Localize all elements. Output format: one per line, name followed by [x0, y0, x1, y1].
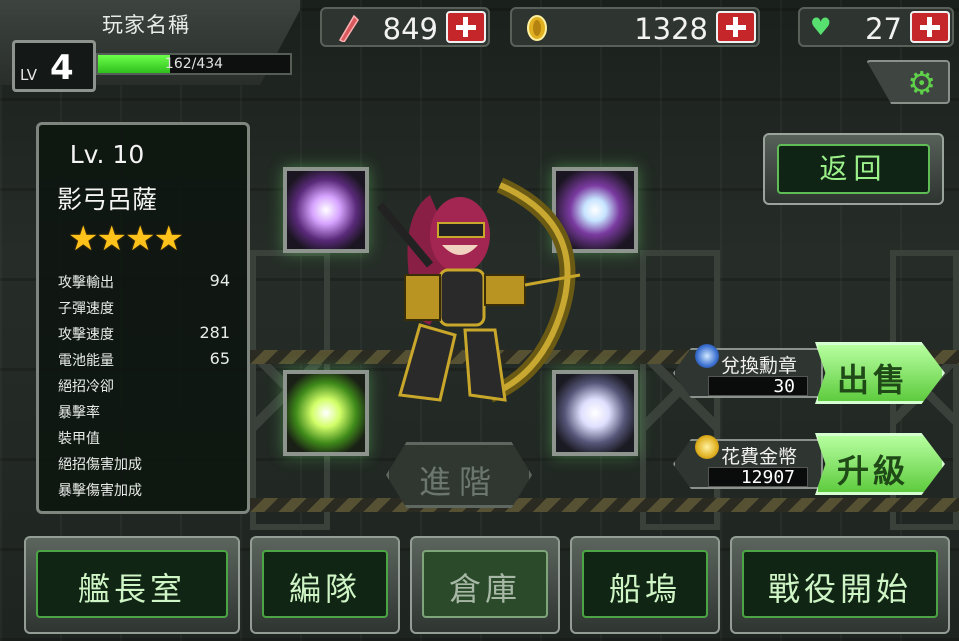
- upgrade-label: 花費金幣: [721, 446, 798, 468]
- buy-crystals-button[interactable]: [446, 11, 486, 43]
- upgrade-coin-cost: 12907: [708, 467, 808, 487]
- medal-icon: [695, 344, 719, 368]
- stat-value: 65: [209, 349, 230, 368]
- stat-row: 攻擊速度 281: [58, 323, 230, 344]
- promote-button[interactable]: 進階: [386, 442, 532, 508]
- unit-star-rating: ★★★★: [68, 219, 184, 259]
- stat-value: 94: [209, 271, 230, 290]
- upgrade-panel: 花費金幣 12907 升級: [673, 433, 945, 495]
- stat-label: 攻擊輸出: [58, 275, 114, 291]
- nav-captain-room-label: 艦長室: [77, 570, 186, 608]
- purple-cube-icon: [287, 171, 365, 249]
- nav-dock[interactable]: 船塢: [570, 536, 720, 634]
- heart-counter: ♥ 27: [798, 7, 954, 47]
- return-button[interactable]: 返回: [763, 133, 944, 205]
- gold-coin-icon: [527, 15, 547, 41]
- red-crystal-icon: [338, 14, 359, 42]
- buy-coins-button[interactable]: [716, 11, 756, 43]
- sell-panel: 兌換勳章 30 出售: [673, 342, 945, 404]
- stat-row: 暴擊率: [58, 402, 230, 422]
- unit-name: 影弓呂薩: [56, 185, 157, 214]
- nav-formation-label: 編隊: [288, 570, 361, 608]
- stat-row: 電池能量 65: [58, 349, 230, 370]
- heart-amount: 27: [865, 12, 902, 46]
- stat-row: 攻擊輸出 94: [58, 271, 230, 292]
- sell-medal-amount: 30: [708, 376, 808, 396]
- nav-warehouse-label: 倉庫: [448, 570, 521, 608]
- sell-button[interactable]: 出售: [815, 342, 945, 404]
- green-heart-icon: ♥: [810, 13, 832, 41]
- equipment-slot-battery[interactable]: [283, 370, 369, 456]
- nav-formation[interactable]: 編隊: [250, 536, 400, 634]
- return-button-label: 返回: [819, 152, 888, 185]
- stat-row: 絕招冷卻: [58, 376, 230, 396]
- xp-text: 162/434: [164, 56, 224, 72]
- upgrade-button[interactable]: 升級: [815, 433, 945, 495]
- promote-button-label: 進階: [418, 463, 499, 501]
- nav-campaign-start-label: 戰役開始: [767, 570, 912, 608]
- stat-label: 攻擊速度: [58, 327, 114, 343]
- stat-label: 子彈速度: [58, 301, 114, 317]
- nav-campaign-start[interactable]: 戰役開始: [730, 536, 950, 634]
- stat-label: 暴擊率: [58, 405, 100, 421]
- stat-row: 絕招傷害加成: [58, 454, 230, 474]
- stat-label: 絕招冷卻: [58, 379, 114, 395]
- nav-captain-room[interactable]: 艦長室: [24, 536, 240, 634]
- player-level-label: LV: [20, 66, 37, 84]
- nav-warehouse[interactable]: 倉庫: [410, 536, 560, 634]
- upgrade-button-label: 升級: [836, 452, 909, 490]
- battery-icon: [287, 374, 365, 452]
- stat-row: 裝甲值: [58, 428, 230, 448]
- stat-label: 電池能量: [58, 353, 114, 369]
- hazard-stripe-lower: [250, 498, 959, 512]
- buy-hearts-button[interactable]: [910, 11, 950, 43]
- stat-label: 暴擊傷害加成: [58, 483, 142, 499]
- player-name: 玩家名稱: [102, 13, 190, 37]
- stat-row: 子彈速度: [58, 298, 230, 318]
- player-level: 4: [50, 48, 74, 88]
- unit-level: Lv. 10: [69, 140, 145, 169]
- xp-bar: 162/434: [96, 53, 292, 75]
- stat-row: 暴擊傷害加成: [58, 480, 230, 500]
- stat-label: 絕招傷害加成: [58, 457, 142, 473]
- coin-amount: 1328: [634, 12, 708, 46]
- coin-counter: 1328: [510, 7, 760, 47]
- sell-label: 兌換勳章: [721, 355, 798, 377]
- crystal-amount: 849: [382, 12, 438, 46]
- stat-label: 裝甲值: [58, 431, 100, 447]
- archer-mecha-character: [376, 177, 581, 403]
- stat-value: 281: [199, 323, 230, 342]
- sell-button-label: 出售: [836, 361, 909, 399]
- equipment-slot-cube[interactable]: [283, 167, 369, 253]
- gear-icon: ⚙: [907, 64, 936, 102]
- nav-dock-label: 船塢: [608, 570, 681, 608]
- gold-coin-icon: [695, 435, 719, 459]
- crystal-counter: 849: [320, 7, 490, 47]
